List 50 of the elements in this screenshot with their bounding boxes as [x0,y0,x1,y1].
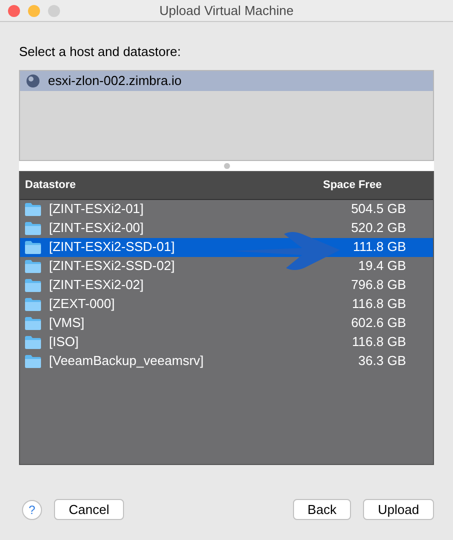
space-free: 19.4 GB [358,257,406,276]
datastore-name: [VMS] [49,314,86,332]
folder-icon [25,298,41,310]
space-free: 116.8 GB [352,333,406,352]
datastore-name: [ISO] [49,333,80,352]
datastore-row[interactable]: [VMS] 602.6 GB [20,314,433,332]
datastore-row[interactable]: [VeeamBackup_veeamsrv] 36.3 GB [20,352,433,370]
datastore-row[interactable]: [ZINT-ESXi2-00] 520.2 GB [20,218,433,238]
minimize-button[interactable] [28,4,40,16]
window-title: Upload Virtual Machine [159,2,294,20]
space-free: 796.8 GB [351,276,406,294]
back-button[interactable]: Back [293,499,351,520]
folder-icon [25,202,41,216]
folder-icon [25,240,41,254]
space-free: 520.2 GB [351,219,406,238]
close-button[interactable] [8,4,20,16]
datastore-name: [ZINT-ESXi2-00] [49,219,145,238]
datastore-name: [ZINT-ESXi2-02] [49,276,145,294]
space-free: 111.8 GB [353,238,406,256]
space-free: 504.5 GB [351,200,406,218]
split-handle[interactable] [19,160,434,170]
datastore-row[interactable]: [ZEXT-000] 116.8 GB [20,294,433,314]
space-free: 116.8 GB [352,295,406,314]
column-header[interactable]: Datastore [20,176,323,194]
help-button[interactable]: ? [22,500,42,520]
folder-icon [25,354,41,368]
globe-icon [26,74,40,88]
datastore-row[interactable]: [ISO] 116.8 GB [20,332,433,352]
folder-icon [25,316,41,330]
zoom-button[interactable] [48,4,60,16]
column-header[interactable]: Space Free [323,176,433,194]
folder-icon [25,260,41,272]
datastore-row[interactable]: [ZINT-ESXi2-SSD-02] 19.4 GB [20,256,433,276]
space-free: 602.6 GB [351,314,406,332]
prompt-label: Select a host and datastore: [19,43,182,61]
datastore-row[interactable]: [ZINT-ESXi2-01] 504.5 GB [20,200,433,218]
datastore-name: [ZINT-ESXi2-SSD-02] [49,257,176,276]
folder-icon [25,222,41,234]
datastore-row[interactable]: [ZINT-ESXi2-02] 796.8 GB [20,276,433,294]
folder-icon [25,278,41,292]
space-free: 36.3 GB [358,352,406,370]
cancel-button[interactable]: Cancel [54,499,124,520]
host-item[interactable]: esxi-zlon-002.zimbra.io [20,70,433,90]
datastore-name: [ZINT-ESXi2-SSD-01] [49,238,176,256]
datastore-name: [ZINT-ESXi2-01] [49,200,145,218]
upload-button[interactable]: Upload [363,499,434,520]
datastore-name: [VeeamBackup_veeamsrv] [49,352,205,370]
datastore-row[interactable]: [ZINT-ESXi2-SSD-01] 111.8 GB [20,238,433,256]
folder-icon [25,336,41,348]
datastore-name: [ZEXT-000] [49,295,116,314]
